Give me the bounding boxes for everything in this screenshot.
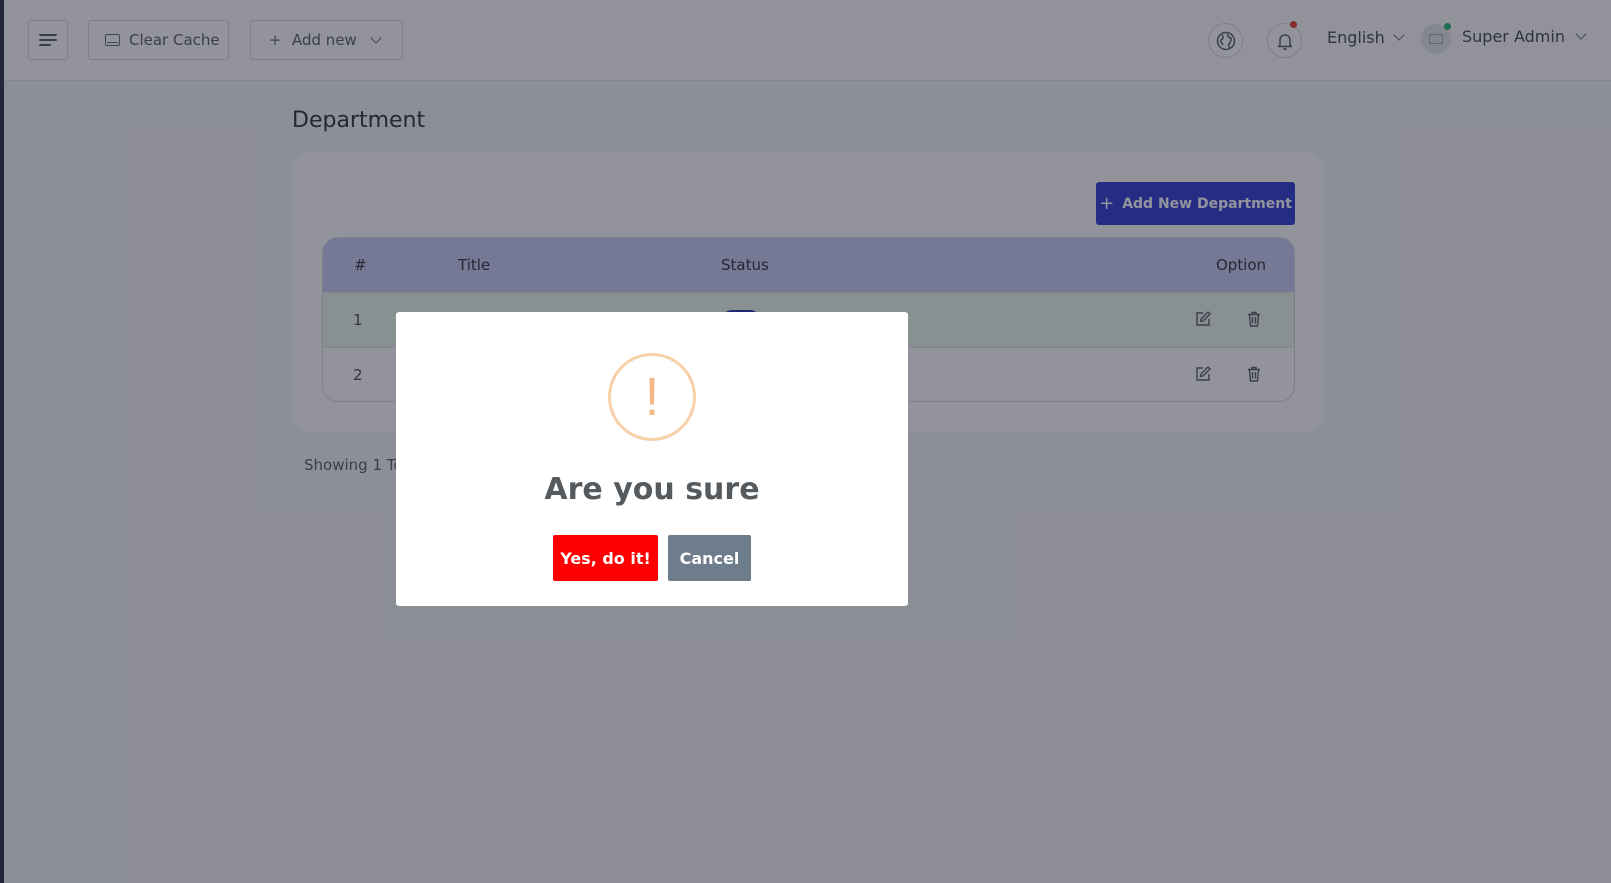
confirm-dialog: ! Are you sure Yes, do it! Cancel [396, 312, 908, 606]
confirm-button[interactable]: Yes, do it! [553, 535, 658, 581]
warning-icon: ! [608, 353, 696, 441]
cancel-button[interactable]: Cancel [668, 535, 751, 581]
dialog-title: Are you sure [544, 472, 760, 507]
